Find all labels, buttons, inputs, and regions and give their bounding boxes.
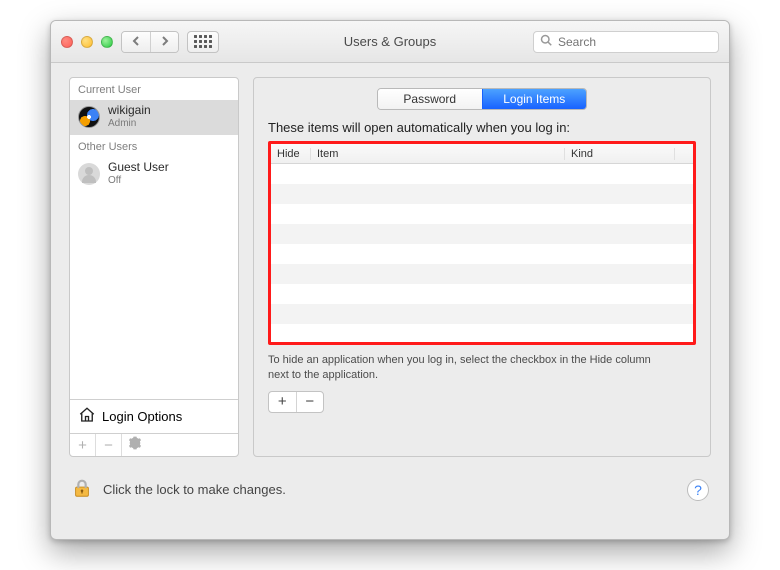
col-kind[interactable]: Kind xyxy=(565,148,675,160)
tab-password[interactable]: Password xyxy=(378,89,482,109)
lock-row: Click the lock to make changes. ? xyxy=(51,467,729,510)
hide-hint: To hide an application when you log in, … xyxy=(268,353,658,383)
plus-icon: + xyxy=(78,437,87,454)
user-role: Admin xyxy=(108,118,151,130)
forward-button[interactable] xyxy=(150,32,178,52)
search-field[interactable] xyxy=(533,31,719,53)
minus-icon: − xyxy=(104,437,113,454)
login-items-description: These items will open automatically when… xyxy=(268,120,696,135)
avatar-icon xyxy=(78,106,100,128)
chevron-left-icon xyxy=(131,34,141,49)
main-panel: Password Login Items These items will op… xyxy=(253,77,711,457)
window-toolbar: Users & Groups xyxy=(51,21,729,63)
user-row-current[interactable]: wikigain Admin xyxy=(70,100,238,135)
login-options-row[interactable]: Login Options xyxy=(70,399,238,433)
avatar-silhouette-icon xyxy=(78,163,100,185)
user-name: Guest User xyxy=(108,161,169,175)
table-row xyxy=(271,184,693,204)
table-row xyxy=(271,244,693,264)
search-input[interactable] xyxy=(558,35,713,49)
zoom-window-button[interactable] xyxy=(101,36,113,48)
other-users-label: Other Users xyxy=(70,135,238,157)
user-name: wikigain xyxy=(108,104,151,118)
add-item-button[interactable]: + xyxy=(269,392,296,412)
sidebar-footer: + − xyxy=(70,433,238,456)
lock-icon[interactable] xyxy=(71,477,93,502)
table-row xyxy=(271,284,693,304)
grid-icon xyxy=(194,35,212,48)
lock-message: Click the lock to make changes. xyxy=(103,482,677,497)
tab-segmented-control: Password Login Items xyxy=(377,88,587,110)
minus-icon: − xyxy=(305,393,314,410)
add-remove-control: + − xyxy=(268,391,324,413)
help-button[interactable]: ? xyxy=(687,479,709,501)
table-body[interactable] xyxy=(271,164,693,342)
remove-user-button[interactable]: − xyxy=(96,434,122,456)
traffic-lights xyxy=(61,36,113,48)
current-user-label: Current User xyxy=(70,78,238,100)
table-row xyxy=(271,324,693,344)
col-hide[interactable]: Hide xyxy=(271,148,311,160)
chevron-right-icon xyxy=(160,34,170,49)
user-actions-button[interactable] xyxy=(122,434,148,456)
table-row xyxy=(271,264,693,284)
add-user-button[interactable]: + xyxy=(70,434,96,456)
login-options-label: Login Options xyxy=(102,409,182,424)
close-window-button[interactable] xyxy=(61,36,73,48)
search-icon xyxy=(540,34,552,49)
remove-item-button[interactable]: − xyxy=(296,392,324,412)
col-item[interactable]: Item xyxy=(311,148,565,160)
login-items-table: Hide Item Kind xyxy=(268,141,696,345)
table-row xyxy=(271,204,693,224)
minimize-window-button[interactable] xyxy=(81,36,93,48)
users-sidebar: Current User wikigain Admin Other Users … xyxy=(69,77,239,457)
content-area: Current User wikigain Admin Other Users … xyxy=(51,63,729,467)
gear-icon xyxy=(128,436,142,454)
nav-back-forward xyxy=(121,31,179,53)
preferences-window: Users & Groups Current User wikigain Adm… xyxy=(50,20,730,540)
back-button[interactable] xyxy=(122,32,150,52)
table-row xyxy=(271,164,693,184)
user-status: Off xyxy=(108,175,169,187)
plus-icon: + xyxy=(278,393,287,410)
table-row xyxy=(271,224,693,244)
show-all-button[interactable] xyxy=(187,31,219,53)
user-row-guest[interactable]: Guest User Off xyxy=(70,157,238,192)
tab-login-items[interactable]: Login Items xyxy=(482,89,587,109)
house-icon xyxy=(78,406,96,427)
table-header: Hide Item Kind xyxy=(271,144,693,164)
help-icon: ? xyxy=(694,482,702,498)
table-row xyxy=(271,304,693,324)
